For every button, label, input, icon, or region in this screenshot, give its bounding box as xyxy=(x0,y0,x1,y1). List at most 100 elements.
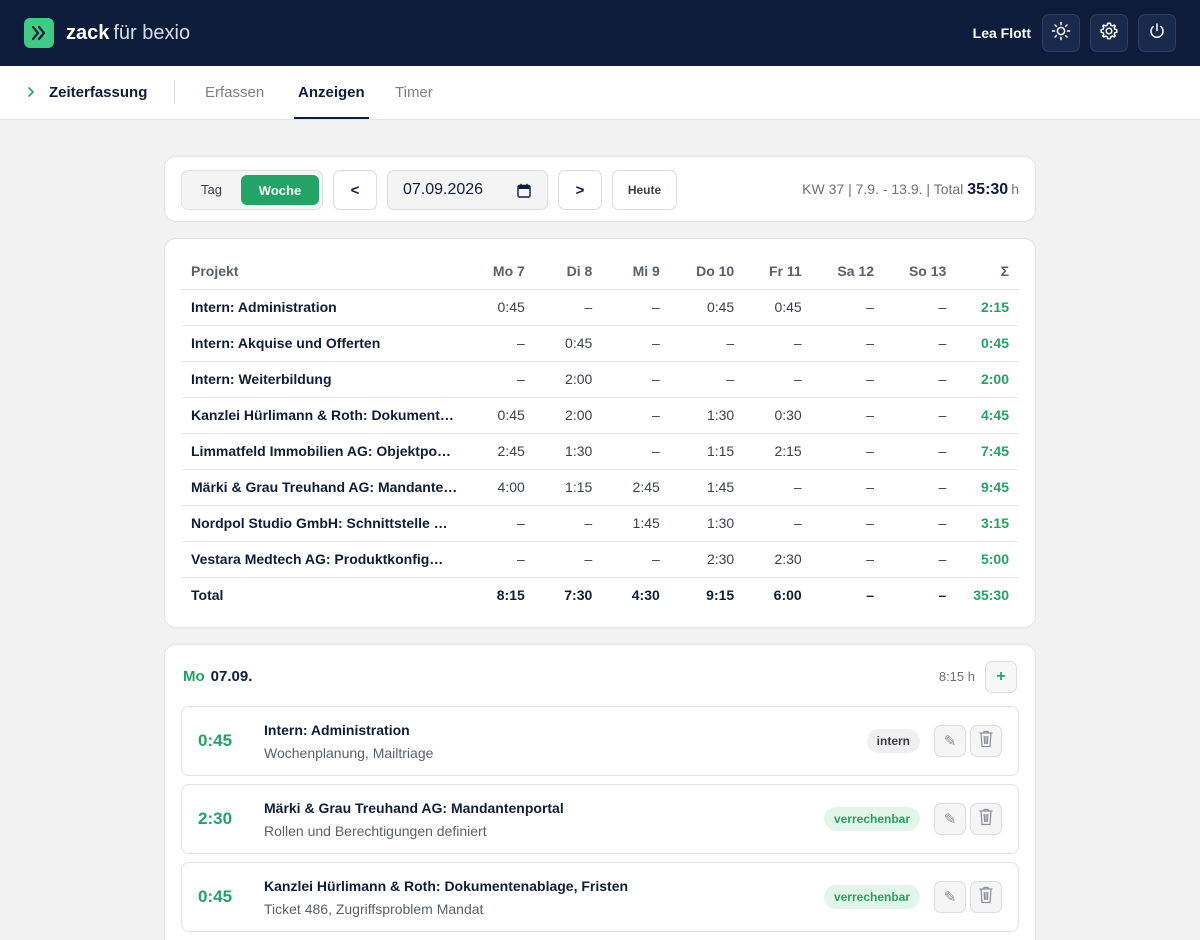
day-cell: – xyxy=(801,325,874,362)
table-row[interactable]: Intern: Weiterbildung – 2:00 – – – – – 2… xyxy=(181,361,1019,398)
date-input[interactable]: 07.09.2026 xyxy=(387,170,548,210)
total-cell: – xyxy=(874,576,947,613)
day-cell: – xyxy=(874,469,947,506)
day-hours: 8:15 h xyxy=(938,669,975,684)
day-cell: – xyxy=(734,469,802,506)
edit-button[interactable]: ✎ xyxy=(934,803,966,835)
day-cell: – xyxy=(592,433,660,470)
day-cell: – xyxy=(874,433,947,470)
active-tab-indicator xyxy=(294,117,369,119)
day-cell: – xyxy=(734,361,802,398)
time-entry[interactable]: 0:45 Kanzlei Hürlimann & Roth: Dokumente… xyxy=(181,862,1019,932)
project-name: Märki & Grau Treuhand AG: Mandante… xyxy=(181,469,458,506)
table-row[interactable]: Kanzlei Hürlimann & Roth: Dokument… 0:45… xyxy=(181,397,1019,434)
delete-button[interactable] xyxy=(970,881,1002,913)
next-week-button[interactable]: > xyxy=(558,170,602,210)
row-sum: 5:00 xyxy=(946,541,1019,578)
col-header: Di 8 xyxy=(524,253,593,290)
view-day-option[interactable]: Tag xyxy=(201,182,222,198)
time-entry[interactable]: 0:45 Intern: Administration Wochenplanun… xyxy=(181,706,1019,776)
view-week-option[interactable]: Woche xyxy=(241,175,319,205)
project-name: Nordpol Studio GmbH: Schnittstelle … xyxy=(181,505,458,542)
col-header: Projekt xyxy=(181,253,458,290)
tab-anzeigen[interactable]: Anzeigen xyxy=(298,83,365,103)
trash-icon xyxy=(978,808,994,830)
day-cell: 2:15 xyxy=(734,433,802,470)
tab-timer[interactable]: Timer xyxy=(395,83,433,103)
day-name: Mo xyxy=(183,668,205,685)
day-cell: – xyxy=(524,541,593,578)
row-sum: 0:45 xyxy=(946,325,1019,362)
sub-navigation: Zeiterfassung Erfassen Anzeigen Timer xyxy=(0,66,1200,120)
day-cell: 1:30 xyxy=(659,505,735,542)
day-cell: – xyxy=(592,325,660,362)
day-cell: 0:45 xyxy=(457,397,525,434)
day-cell: 1:15 xyxy=(659,433,735,470)
brand-rest: für bexio xyxy=(113,22,191,44)
theme-sun-icon xyxy=(1051,21,1071,46)
delete-button[interactable] xyxy=(970,725,1002,757)
row-sum: 7:45 xyxy=(946,433,1019,470)
day-cell: – xyxy=(874,397,947,434)
col-header: Mo 7 xyxy=(457,253,525,290)
col-header: Mi 9 xyxy=(592,253,660,290)
day-cell: – xyxy=(801,397,874,434)
table-row[interactable]: Nordpol Studio GmbH: Schnittstelle … – –… xyxy=(181,505,1019,542)
project-name: Intern: Weiterbildung xyxy=(181,361,458,398)
day-cell: 1:45 xyxy=(659,469,735,506)
day-cell: – xyxy=(734,505,802,542)
total-row: Total 8:15 7:30 4:30 9:15 6:00 – – 35:30 xyxy=(181,576,1019,613)
day-cell: 1:15 xyxy=(524,469,593,506)
time-entry[interactable]: 2:30 Märki & Grau Treuhand AG: Mandanten… xyxy=(181,784,1019,854)
section-title[interactable]: Zeiterfassung xyxy=(49,83,147,103)
day-cell: 4:00 xyxy=(457,469,525,506)
table-row[interactable]: Limmatfeld Immobilien AG: Objektpo… 2:45… xyxy=(181,433,1019,470)
total-sum: 35:30 xyxy=(946,576,1019,613)
day-date: 07.09. xyxy=(210,668,253,685)
day-cell: – xyxy=(659,325,735,362)
day-cell: – xyxy=(801,505,874,542)
controls-card: Tag Woche < 07.09.2026 > Heute KW 37 | 7… xyxy=(164,156,1036,222)
table-row[interactable]: Intern: Akquise und Offerten – 0:45 – – … xyxy=(181,325,1019,362)
day-cell: 2:00 xyxy=(524,397,593,434)
day-cell: 2:00 xyxy=(524,361,593,398)
day-cell: – xyxy=(457,505,525,542)
entry-description: Ticket 486, Zugriffsproblem Mandat xyxy=(264,901,484,917)
table-row[interactable]: Intern: Administration 0:45 – – 0:45 0:4… xyxy=(181,289,1019,326)
table-row[interactable]: Vestara Medtech AG: Produktkonfig… – – –… xyxy=(181,541,1019,578)
day-cell: 2:30 xyxy=(734,541,802,578)
pencil-icon: ✎ xyxy=(943,811,957,828)
add-entry-button[interactable]: + xyxy=(985,661,1017,693)
week-summary: KW 37 | 7.9. - 13.9. | Total 35:30 h xyxy=(802,180,1019,199)
today-button[interactable]: Heute xyxy=(612,170,677,210)
logo-icon[interactable] xyxy=(24,18,54,48)
tab-erfassen[interactable]: Erfassen xyxy=(205,83,264,103)
week-table: Projekt Mo 7 Di 8 Mi 9 Do 10 Fr 11 Sa 12… xyxy=(181,253,1019,613)
day-cell: – xyxy=(874,541,947,578)
table-row[interactable]: Märki & Grau Treuhand AG: Mandante… 4:00… xyxy=(181,469,1019,506)
trash-icon xyxy=(978,730,994,752)
logout-button[interactable] xyxy=(1138,14,1176,52)
row-sum: 2:15 xyxy=(946,289,1019,326)
day-cell: – xyxy=(592,361,660,398)
day-cell: – xyxy=(801,541,874,578)
chevron-right-icon[interactable] xyxy=(26,85,36,104)
edit-button[interactable]: ✎ xyxy=(934,881,966,913)
calendar-icon[interactable] xyxy=(517,183,531,203)
project-name: Intern: Administration xyxy=(181,289,458,326)
status-badge: verrechenbar xyxy=(823,807,920,831)
prev-week-button[interactable]: < xyxy=(333,170,377,210)
nav-divider xyxy=(174,80,175,104)
settings-button[interactable] xyxy=(1090,14,1128,52)
theme-toggle-button[interactable] xyxy=(1042,14,1080,52)
delete-button[interactable] xyxy=(970,803,1002,835)
day-cell: 1:30 xyxy=(659,397,735,434)
day-cell: – xyxy=(592,541,660,578)
row-sum: 9:45 xyxy=(946,469,1019,506)
table-header-row: Projekt Mo 7 Di 8 Mi 9 Do 10 Fr 11 Sa 12… xyxy=(181,253,1019,290)
entry-duration: 0:45 xyxy=(198,887,233,906)
edit-button[interactable]: ✎ xyxy=(934,725,966,757)
week-table-card: Projekt Mo 7 Di 8 Mi 9 Do 10 Fr 11 Sa 12… xyxy=(164,238,1036,628)
entry-title: Kanzlei Hürlimann & Roth: Dokumentenabla… xyxy=(264,878,629,894)
day-cell: – xyxy=(874,361,947,398)
